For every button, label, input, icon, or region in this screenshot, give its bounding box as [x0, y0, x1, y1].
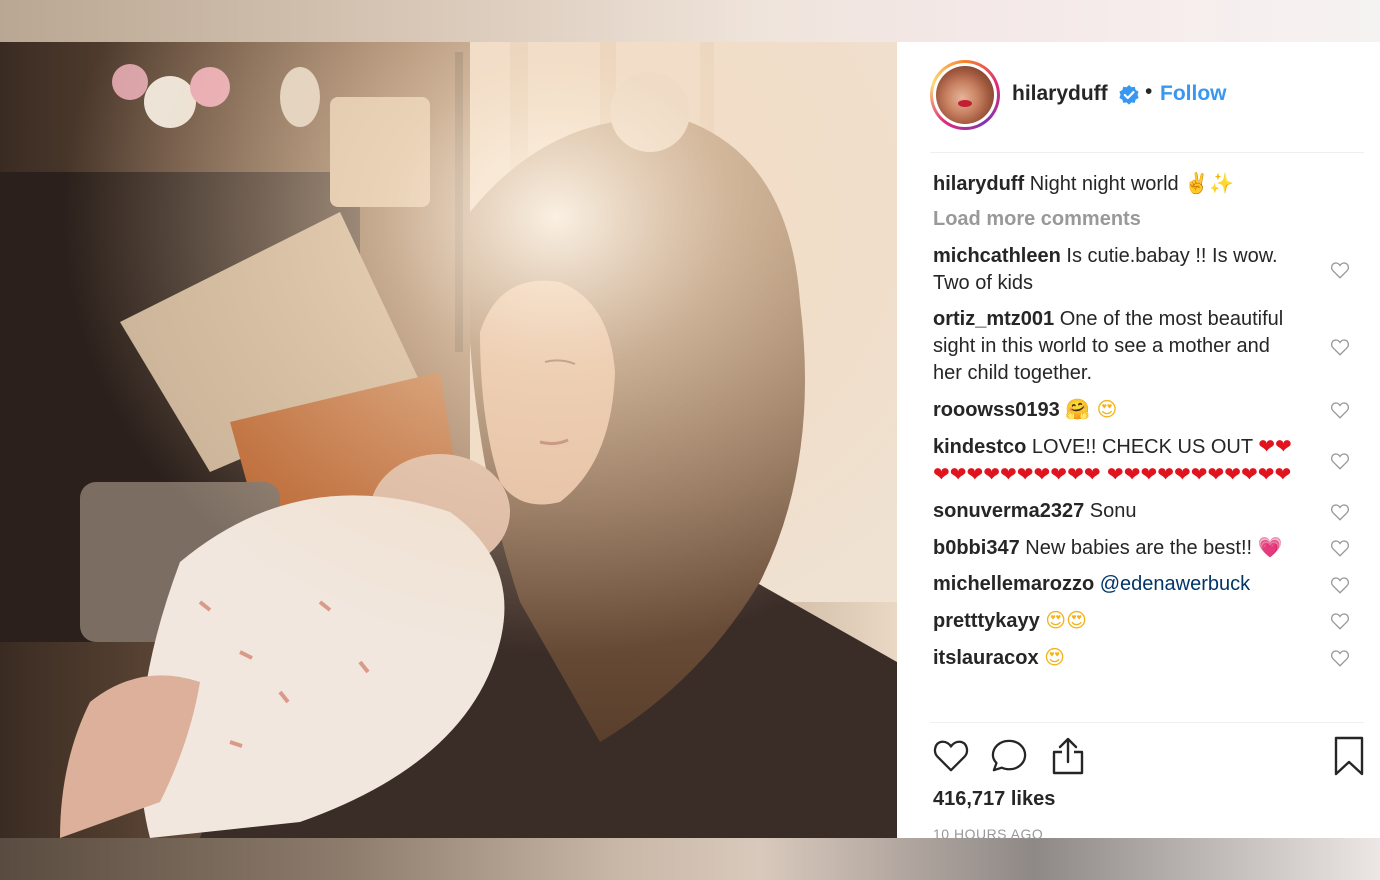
- caption-username[interactable]: hilaryduff: [933, 173, 1024, 195]
- comment-username[interactable]: rooowss0193: [933, 399, 1060, 421]
- post-photo: [0, 42, 897, 838]
- comment-username[interactable]: pretttykayy: [933, 610, 1040, 632]
- comment-emoji: 💗: [1257, 535, 1283, 559]
- likes-count[interactable]: 416,717 likes: [933, 788, 1055, 811]
- caption-emoji: ✌️✨: [1184, 171, 1235, 195]
- separator-dot: •: [1145, 80, 1153, 103]
- comment-item: pretttykayy 😍😍: [933, 607, 1363, 635]
- background-blur-bottom: [0, 838, 1380, 880]
- comment-emoji: 😍: [1044, 645, 1066, 669]
- comment-username[interactable]: kindestco: [933, 436, 1026, 458]
- comment-username[interactable]: michcathleen: [933, 245, 1061, 267]
- comment-item: b0bbi347 New babies are the best!! 💗: [933, 534, 1363, 562]
- comments-list[interactable]: hilaryduff Night night world ✌️✨ Load mo…: [933, 170, 1363, 722]
- header-username[interactable]: hilaryduff: [1012, 82, 1108, 106]
- comment-text: LOVE!! CHECK US OUT: [1031, 436, 1253, 458]
- comment-like-heart-icon[interactable]: [1330, 338, 1350, 356]
- comment-username[interactable]: sonuverma2327: [933, 500, 1084, 522]
- comment-text: New babies are the best!!: [1025, 537, 1253, 559]
- post-actions-bar: [930, 736, 1364, 780]
- comment-like-heart-icon[interactable]: [1330, 539, 1350, 557]
- actions-divider: [930, 722, 1364, 723]
- comment-icon[interactable]: [990, 738, 1028, 774]
- load-more-comments-link[interactable]: Load more comments: [933, 208, 1363, 231]
- heart-icon[interactable]: [932, 738, 970, 774]
- comment-like-heart-icon[interactable]: [1330, 612, 1350, 630]
- bookmark-icon[interactable]: [1333, 736, 1365, 776]
- comment-like-heart-icon[interactable]: [1330, 576, 1350, 594]
- comment-username[interactable]: michellemarozzo: [933, 573, 1094, 595]
- avatar[interactable]: [930, 60, 1000, 130]
- comment-emoji: 🤗 😍: [1065, 397, 1118, 421]
- comment-username[interactable]: b0bbi347: [933, 537, 1020, 559]
- comment-item: rooowss0193 🤗 😍: [933, 396, 1363, 424]
- comment-like-heart-icon[interactable]: [1330, 649, 1350, 667]
- comment-mention-link[interactable]: @edenawerbuck: [1100, 573, 1250, 595]
- comment-item: ortiz_mtz001 One of the most beautiful s…: [933, 306, 1363, 387]
- comment-item: kindestco LOVE!! CHECK US OUT ❤❤❤❤❤❤❤❤❤❤…: [933, 433, 1363, 489]
- comment-item: michcathleen Is cutie.babay !! Is wow. T…: [933, 243, 1363, 297]
- comment-item: itslauracox 😍: [933, 644, 1363, 672]
- background-blur-top: [0, 0, 1380, 42]
- header-divider: [930, 152, 1364, 153]
- verified-badge-icon: [1119, 85, 1139, 105]
- post-timestamp: 10 HOURS AGO: [933, 826, 1044, 842]
- comment-like-heart-icon[interactable]: [1330, 261, 1350, 279]
- comment-item: sonuverma2327 Sonu: [933, 498, 1363, 525]
- comment-like-heart-icon[interactable]: [1330, 401, 1350, 419]
- caption-text: Night night world: [1029, 173, 1179, 195]
- follow-button[interactable]: Follow: [1160, 82, 1227, 106]
- comment-username[interactable]: ortiz_mtz001: [933, 308, 1054, 330]
- comment-item: michellemarozzo @edenawerbuck: [933, 571, 1363, 598]
- comment-username[interactable]: itslauracox: [933, 647, 1039, 669]
- post-caption: hilaryduff Night night world ✌️✨: [933, 170, 1363, 198]
- comment-like-heart-icon[interactable]: [1330, 503, 1350, 521]
- comment-text: Sonu: [1089, 500, 1137, 522]
- share-icon[interactable]: [1050, 736, 1086, 776]
- comment-like-heart-icon[interactable]: [1330, 452, 1350, 470]
- post-sidebar: hilaryduff • Follow hilaryduff Night nig…: [897, 42, 1380, 842]
- post-header: hilaryduff • Follow: [897, 42, 1380, 154]
- comment-emoji: 😍😍: [1045, 608, 1087, 632]
